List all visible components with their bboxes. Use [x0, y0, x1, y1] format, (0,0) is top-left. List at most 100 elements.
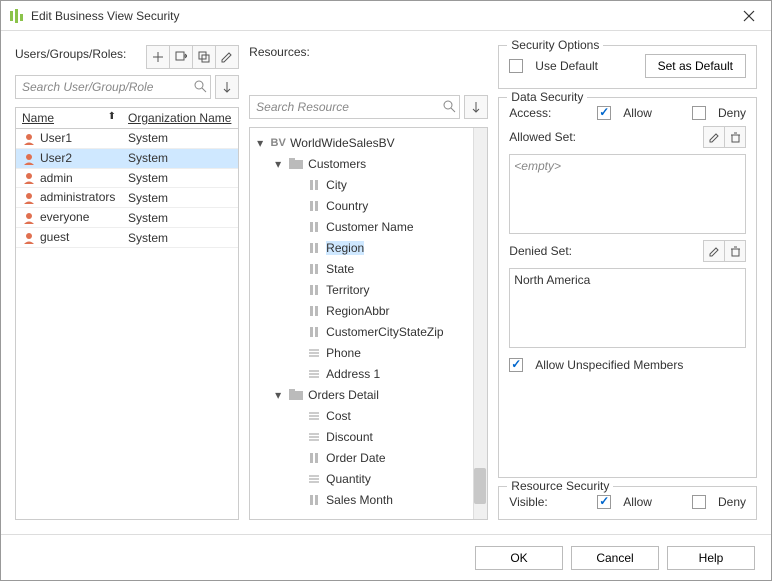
table-row[interactable]: User1System	[16, 129, 238, 149]
tree-item-label: Territory	[326, 283, 369, 297]
allow-unspecified-checkbox[interactable]: Allow Unspecified Members	[509, 358, 746, 372]
tree-item[interactable]: Discount	[250, 426, 487, 447]
tree-item[interactable]: ▾BVWorldWideSalesBV	[250, 132, 487, 153]
search-icon	[193, 79, 207, 93]
visible-allow-checkbox[interactable]: Allow	[597, 495, 652, 509]
resource-security-legend: Resource Security	[507, 479, 613, 493]
copy-user-button[interactable]	[192, 45, 216, 69]
tree-item[interactable]: Territory	[250, 279, 487, 300]
lines-icon	[306, 366, 322, 382]
tree-item-label: Quantity	[326, 472, 371, 486]
set-as-default-button[interactable]: Set as Default	[645, 54, 746, 78]
tree-item-label: Region	[326, 241, 364, 255]
tree-item-label: Country	[326, 199, 368, 213]
tree-item[interactable]: Sales Month	[250, 489, 487, 510]
table-row[interactable]: everyoneSystem	[16, 208, 238, 228]
visible-label: Visible:	[509, 495, 589, 509]
app-icon	[9, 8, 25, 24]
cancel-button[interactable]: Cancel	[571, 546, 659, 570]
data-security-legend: Data Security	[507, 90, 587, 104]
column-icon	[306, 198, 322, 214]
tree-twisty[interactable]: ▾	[272, 157, 284, 171]
security-options-group: Security Options Use Default Set as Defa…	[498, 45, 757, 89]
window-title: Edit Business View Security	[31, 9, 735, 23]
tree-item[interactable]: Cost	[250, 405, 487, 426]
tree-item[interactable]: ▾ Orders Detail	[250, 384, 487, 405]
access-allow-checkbox[interactable]: Allow	[597, 106, 652, 120]
sort-users-button[interactable]	[215, 75, 239, 99]
lines-icon	[306, 471, 322, 487]
tree-item[interactable]: City	[250, 174, 487, 195]
denied-set-text[interactable]: North America	[509, 268, 746, 348]
column-org[interactable]: Organization Name	[122, 108, 238, 129]
lines-icon	[306, 429, 322, 445]
data-security-group: Data Security Access: Allow Deny Allowed…	[498, 97, 757, 478]
column-icon	[306, 177, 322, 193]
tree-item[interactable]: CustomerCityStateZip	[250, 321, 487, 342]
tree-item[interactable]: Address 1	[250, 363, 487, 384]
dialog-window: Edit Business View Security Users/Groups…	[0, 0, 772, 581]
user-icon	[22, 231, 36, 245]
content-area: Users/Groups/Roles: Name Organizat	[1, 31, 771, 534]
users-heading: Users/Groups/Roles:	[15, 47, 126, 61]
tree-item[interactable]: RegionAbbr	[250, 300, 487, 321]
edit-denied-set-button[interactable]	[703, 240, 725, 262]
titlebar: Edit Business View Security	[1, 1, 771, 31]
edit-user-button[interactable]	[215, 45, 239, 69]
column-icon	[306, 492, 322, 508]
tree-scrollbar[interactable]	[473, 128, 487, 519]
allowed-set-label: Allowed Set:	[509, 130, 576, 144]
user-icon	[22, 211, 36, 225]
tree-item-label: Customer Name	[326, 220, 413, 234]
lines-icon	[306, 345, 322, 361]
delete-denied-set-button[interactable]	[724, 240, 746, 262]
column-name[interactable]: Name	[16, 108, 122, 129]
sort-resources-button[interactable]	[464, 95, 488, 119]
edit-allowed-set-button[interactable]	[703, 126, 725, 148]
ok-button[interactable]: OK	[475, 546, 563, 570]
users-table: Name Organization Name User1SystemUser2S…	[15, 107, 239, 520]
tree-item[interactable]: Country	[250, 195, 487, 216]
resources-heading: Resources:	[249, 45, 310, 59]
tree-item-label: Address 1	[326, 367, 380, 381]
column-icon	[306, 219, 322, 235]
bv-icon: BV	[270, 135, 286, 151]
tree-twisty[interactable]: ▾	[272, 388, 284, 402]
tree-item-label: Discount	[326, 430, 373, 444]
folder-icon	[288, 156, 304, 172]
table-row[interactable]: adminSystem	[16, 168, 238, 188]
table-row[interactable]: administratorsSystem	[16, 188, 238, 208]
tree-item[interactable]: Order Date	[250, 447, 487, 468]
tree-item-label: CustomerCityStateZip	[326, 325, 443, 339]
tree-item[interactable]: Phone	[250, 342, 487, 363]
column-icon	[306, 282, 322, 298]
help-button[interactable]: Help	[667, 546, 755, 570]
use-default-checkbox[interactable]: Use Default	[509, 59, 598, 73]
tree-item[interactable]: State	[250, 258, 487, 279]
tree-item-label: Order Date	[326, 451, 385, 465]
table-row[interactable]: User2System	[16, 148, 238, 168]
delete-allowed-set-button[interactable]	[724, 126, 746, 148]
tree-item[interactable]: ▾Customers	[250, 153, 487, 174]
denied-set-label: Denied Set:	[509, 244, 572, 258]
column-icon	[306, 450, 322, 466]
table-row[interactable]: guestSystem	[16, 228, 238, 248]
tree-item[interactable]: Customer Name	[250, 216, 487, 237]
tree-item-label: Cost	[326, 409, 351, 423]
search-resources-input[interactable]	[249, 95, 460, 119]
tree-item-label: Orders Detail	[308, 388, 379, 402]
tree-item[interactable]: Quantity	[250, 468, 487, 489]
tree-scrollbar-thumb[interactable]	[474, 468, 486, 504]
tree-item[interactable]: Region	[250, 237, 487, 258]
remove-user-button[interactable]	[169, 45, 193, 69]
resources-tree[interactable]: ▾BVWorldWideSalesBV▾CustomersCityCountry…	[249, 127, 488, 520]
allowed-set-text[interactable]: <empty>	[509, 154, 746, 234]
search-users-input[interactable]	[15, 75, 211, 99]
tree-twisty[interactable]: ▾	[254, 136, 266, 150]
add-user-button[interactable]	[146, 45, 170, 69]
column-icon	[306, 324, 322, 340]
access-deny-checkbox[interactable]: Deny	[692, 106, 746, 120]
close-button[interactable]	[735, 2, 763, 30]
access-label: Access:	[509, 106, 589, 120]
visible-deny-checkbox[interactable]: Deny	[692, 495, 746, 509]
